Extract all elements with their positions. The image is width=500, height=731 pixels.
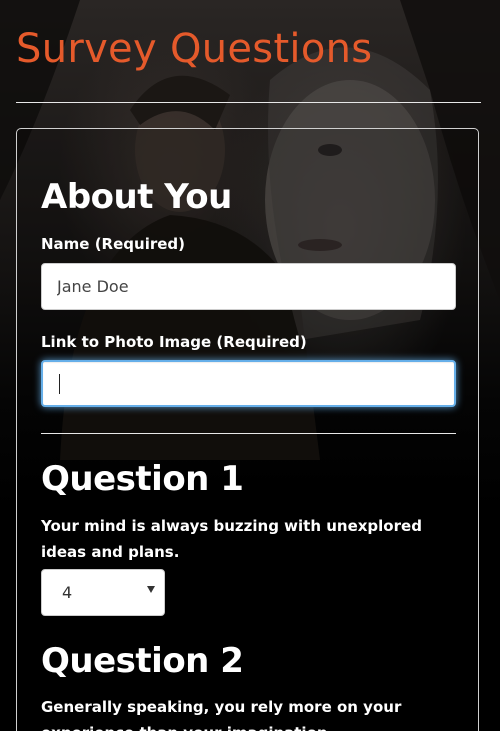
- name-label: Name (Required): [41, 235, 186, 253]
- dropdown-arrow-icon: [147, 586, 155, 593]
- page-title: Survey Questions: [16, 26, 373, 72]
- photo-link-input[interactable]: [41, 360, 456, 407]
- question-2-heading: Question 2: [41, 641, 244, 681]
- text-caret: [59, 374, 60, 394]
- question-1-text: Your mind is always buzzing with unexplo…: [41, 517, 422, 561]
- section-divider: [41, 433, 456, 434]
- question-1-heading: Question 1: [41, 459, 244, 499]
- about-you-heading: About You: [41, 177, 232, 217]
- question-1-selected-value: 4: [62, 583, 73, 602]
- question-2-text: Generally speaking, you rely more on you…: [41, 698, 402, 731]
- title-divider: [16, 102, 481, 103]
- survey-form-card: About You Name (Required) Link to Photo …: [16, 128, 479, 731]
- question-1-select[interactable]: 4: [41, 569, 165, 616]
- photo-link-label: Link to Photo Image (Required): [41, 333, 307, 351]
- name-input[interactable]: [41, 263, 456, 310]
- survey-page: Survey Questions About You Name (Require…: [0, 0, 500, 731]
